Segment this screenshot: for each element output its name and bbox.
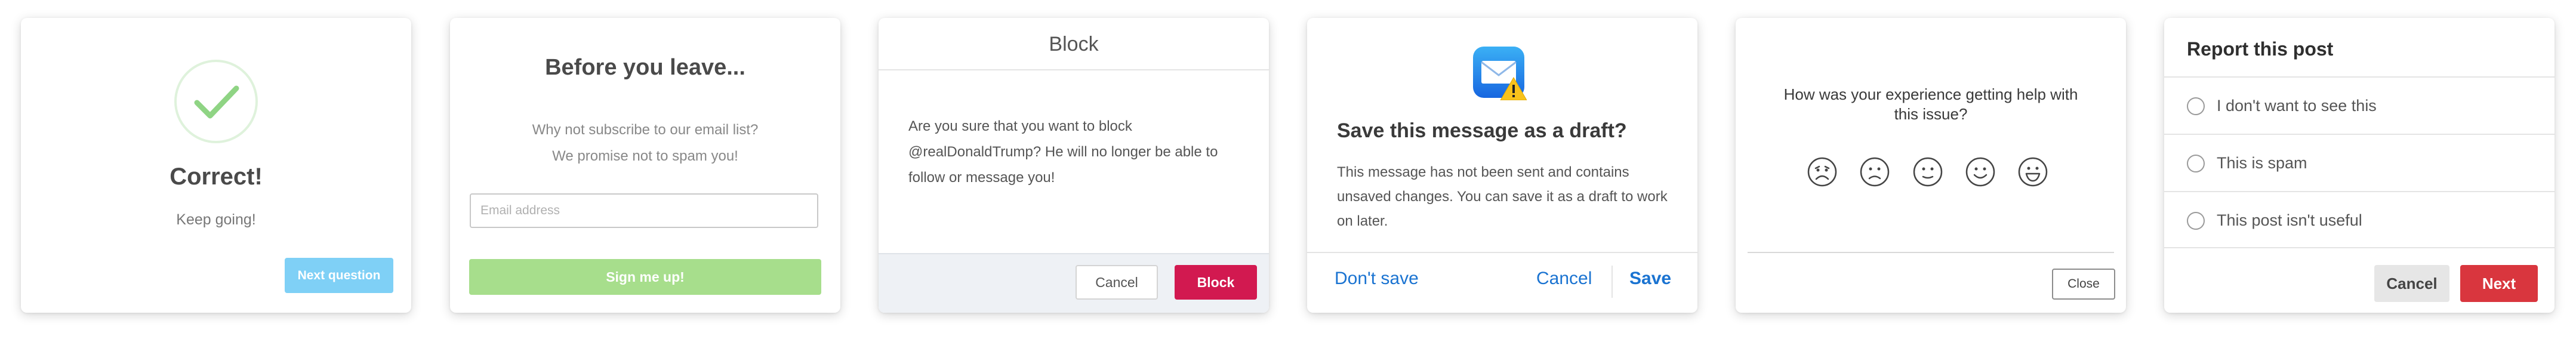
radio-button[interactable]: [2187, 97, 2205, 115]
very-sad-face-icon[interactable]: [1807, 156, 1838, 187]
checkmark-icon: [174, 60, 258, 143]
cancel-button[interactable]: Cancel: [1536, 269, 1592, 289]
dialog-message: Are you sure that you want to block @rea…: [908, 118, 1218, 186]
subscribe-dialog: Before you leave... Why not subscribe to…: [450, 18, 840, 313]
footer-divider: [1307, 252, 1697, 253]
report-option[interactable]: This is spam: [2164, 134, 2555, 191]
happy-face-icon[interactable]: [1965, 156, 1996, 187]
very-happy-face-icon[interactable]: [2017, 156, 2048, 187]
neutral-face-icon[interactable]: [1912, 156, 1943, 187]
mail-warning-icon: [1473, 47, 1527, 101]
message-line-2: We promise not to spam you!: [552, 148, 738, 164]
sign-up-button[interactable]: Sign me up!: [469, 259, 821, 295]
option-label: I don't want to see this: [2217, 97, 2377, 115]
report-option[interactable]: This post isn't useful: [2164, 191, 2555, 248]
save-button[interactable]: Save: [1629, 269, 1671, 289]
dialog-message: Why not subscribe to our email list? We …: [450, 117, 840, 170]
dialog-title: Correct!: [170, 164, 263, 190]
dont-save-button[interactable]: Don't save: [1335, 269, 1419, 289]
save-draft-dialog: Save this message as a draft? This messa…: [1307, 18, 1697, 313]
footer-divider: [1748, 252, 2114, 253]
dialog-title: Block: [879, 18, 1269, 70]
cancel-button[interactable]: Cancel: [1076, 265, 1158, 300]
block-button[interactable]: Block: [1175, 265, 1257, 300]
dialog-title: Report this post: [2187, 38, 2334, 60]
button-divider: [1611, 266, 1613, 298]
radio-button[interactable]: [2187, 212, 2205, 230]
radio-button[interactable]: [2187, 155, 2205, 172]
email-input[interactable]: [470, 193, 818, 228]
report-dialog: Report this post I don't want to see thi…: [2164, 18, 2555, 313]
report-option[interactable]: I don't want to see this: [2164, 76, 2555, 134]
dialog-subtitle: Keep going!: [176, 211, 256, 228]
dialog-title: Before you leave...: [545, 55, 745, 80]
next-button[interactable]: Next: [2460, 265, 2538, 302]
feedback-question: How was your experience getting help wit…: [1783, 85, 2078, 123]
correct-dialog: Correct! Keep going! Next question: [21, 18, 411, 313]
rating-faces: [1736, 156, 2126, 190]
block-dialog: Block Are you sure that you want to bloc…: [879, 18, 1269, 313]
feedback-dialog: How was your experience getting help wit…: [1736, 18, 2126, 313]
option-label: This post isn't useful: [2217, 211, 2362, 229]
dialog-title: Save this message as a draft?: [1337, 119, 1627, 142]
cancel-button[interactable]: Cancel: [2374, 265, 2449, 302]
dialog-message: This message has not been sent and conta…: [1337, 164, 1668, 229]
next-question-button[interactable]: Next question: [285, 258, 393, 293]
close-button[interactable]: Close: [2052, 269, 2115, 300]
message-line-1: Why not subscribe to our email list?: [532, 122, 759, 138]
sad-face-icon[interactable]: [1859, 156, 1890, 187]
option-label: This is spam: [2217, 154, 2307, 172]
